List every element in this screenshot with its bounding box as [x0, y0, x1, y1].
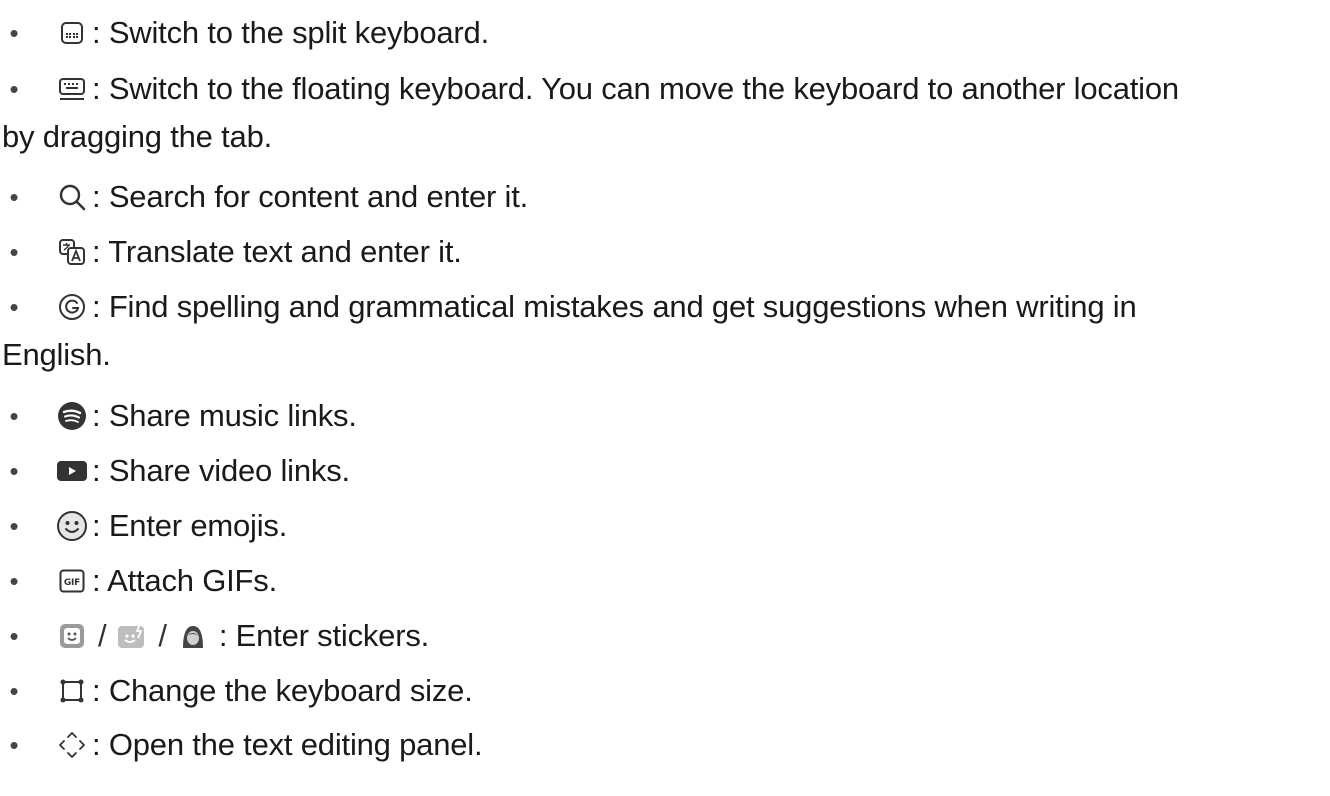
- bullet: •: [9, 74, 19, 104]
- item-text: : Search for content and enter it.: [92, 179, 529, 214]
- grammarly-icon: [52, 286, 92, 328]
- separator: /: [98, 618, 107, 653]
- item-text: : Switch to the split keyboard.: [92, 15, 489, 50]
- gif-icon: GIF: [52, 560, 92, 602]
- bullet: •: [9, 621, 19, 651]
- keyboard-size-icon: [52, 670, 92, 712]
- bullet: •: [9, 401, 19, 431]
- item-text: : Translate text and enter it.: [92, 234, 462, 269]
- bullet: •: [9, 237, 19, 267]
- text-editing-icon: [52, 724, 92, 766]
- item-text: : Change the keyboard size.: [92, 673, 473, 708]
- item-text: : Find spelling and grammatical mistakes…: [92, 289, 1137, 324]
- bullet: •: [9, 511, 19, 541]
- item-text: : Enter stickers.: [218, 618, 430, 653]
- bullet: •: [9, 456, 19, 486]
- item-text: : Attach GIFs.: [92, 563, 277, 598]
- split-keyboard-icon: [52, 12, 92, 54]
- bullet: •: [9, 566, 19, 596]
- search-icon: [52, 176, 92, 218]
- sticker-icon: [52, 615, 92, 657]
- bullet: •: [9, 18, 19, 48]
- bullet: •: [9, 182, 19, 212]
- ar-emoji-sticker-icon: [112, 615, 152, 657]
- spotify-icon: [52, 395, 92, 437]
- youtube-icon: [52, 450, 92, 492]
- svg-text:GIF: GIF: [64, 578, 80, 588]
- item-text: : Open the text editing panel.: [92, 727, 483, 762]
- bullet: •: [9, 730, 19, 760]
- bullet: •: [9, 292, 19, 322]
- floating-keyboard-icon: [52, 68, 92, 110]
- item-text-continued: by dragging the tab.: [2, 119, 273, 154]
- item-text: : Share music links.: [92, 398, 357, 433]
- item-text: : Share video links.: [92, 453, 350, 488]
- separator: /: [158, 618, 167, 653]
- item-text: : Switch to the floating keyboard. You c…: [92, 71, 1179, 106]
- item-text-continued: English.: [2, 337, 111, 372]
- bullet: •: [9, 676, 19, 706]
- avatar-sticker-icon: [173, 615, 213, 657]
- translate-icon: [52, 231, 92, 273]
- item-text: : Enter emojis.: [92, 508, 288, 543]
- emoji-icon: [52, 505, 92, 547]
